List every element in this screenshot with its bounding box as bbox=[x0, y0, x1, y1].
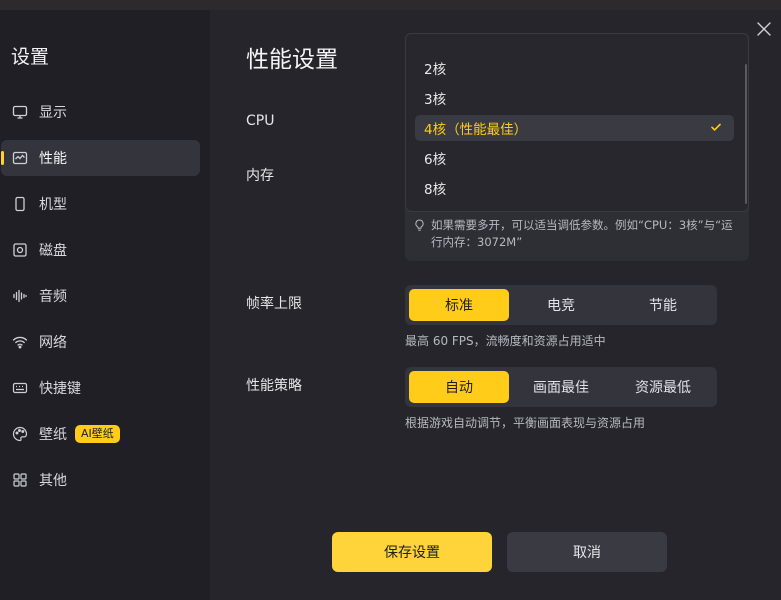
sidebar-item-label: 音频 bbox=[39, 289, 67, 305]
sidebar-item-label: 网络 bbox=[39, 335, 67, 351]
sidebar-item-network[interactable]: 网络 bbox=[1, 324, 200, 360]
sidebar-item-performance[interactable]: 性能 bbox=[1, 140, 200, 176]
strategy-option-best-quality[interactable]: 画面最佳 bbox=[511, 371, 611, 403]
sidebar-item-label: 其他 bbox=[39, 473, 67, 489]
cpu-option-2[interactable]: 2核 bbox=[415, 55, 734, 81]
page-title: 性能设置 bbox=[246, 47, 338, 73]
sidebar-item-device-model[interactable]: 机型 bbox=[1, 186, 200, 222]
framerate-option-esports[interactable]: 电竞 bbox=[511, 289, 611, 321]
grid-icon bbox=[12, 472, 28, 488]
wifi-icon bbox=[12, 334, 28, 350]
cpu-option-4[interactable]: 4核（性能最佳） bbox=[415, 115, 734, 141]
sidebar-item-display[interactable]: 显示 bbox=[1, 94, 200, 130]
close-button[interactable] bbox=[755, 20, 773, 38]
strategy-label: 性能策略 bbox=[246, 378, 302, 394]
keyboard-icon bbox=[12, 380, 28, 396]
strategy-segmented-control: 自动 画面最佳 资源最低 bbox=[405, 367, 717, 407]
audio-icon bbox=[12, 288, 28, 304]
active-indicator bbox=[1, 151, 4, 165]
save-button[interactable]: 保存设置 bbox=[332, 532, 492, 572]
sidebar-item-label: 性能 bbox=[39, 151, 67, 167]
sidebar-item-label: 壁纸 bbox=[39, 427, 67, 443]
cancel-button[interactable]: 取消 bbox=[507, 532, 667, 572]
lightbulb-icon bbox=[414, 217, 426, 251]
sidebar: 设置 显示 性能 机型 磁盘 音频 网络 快捷键 壁纸 AI壁纸 其他 bbox=[0, 10, 210, 600]
checkmark-icon bbox=[710, 121, 722, 137]
tip-text: 如果需要多开，可以适当调低参数。例如“CPU：3核”与“运行内存：3072M” bbox=[414, 217, 744, 251]
cpu-label: CPU bbox=[246, 113, 275, 129]
cpu-dropdown-menu: 2核 3核 4核（性能最佳） 6核 8核 bbox=[405, 33, 749, 212]
sidebar-item-wallpaper[interactable]: 壁纸 AI壁纸 bbox=[1, 416, 200, 452]
sidebar-item-label: 机型 bbox=[39, 197, 67, 213]
framerate-option-power-saving[interactable]: 节能 bbox=[613, 289, 713, 321]
phone-icon bbox=[12, 196, 28, 212]
close-icon bbox=[757, 22, 771, 36]
cpu-option-6[interactable]: 6核 bbox=[415, 145, 734, 171]
strategy-description: 根据游戏自动调节，平衡画面表现与资源占用 bbox=[405, 416, 646, 430]
sidebar-item-audio[interactable]: 音频 bbox=[1, 278, 200, 314]
dropdown-scrollbar[interactable] bbox=[745, 64, 747, 204]
framerate-description: 最高 60 FPS，流畅度和资源占用适中 bbox=[405, 334, 606, 348]
cpu-option-8[interactable]: 8核 bbox=[415, 175, 734, 201]
sidebar-item-label: 磁盘 bbox=[39, 243, 67, 259]
sidebar-item-disk[interactable]: 磁盘 bbox=[1, 232, 200, 268]
sidebar-item-label: 快捷键 bbox=[39, 381, 81, 397]
cpu-option-3[interactable]: 3核 bbox=[415, 85, 734, 111]
sidebar-item-other[interactable]: 其他 bbox=[1, 462, 200, 498]
sidebar-title: 设置 bbox=[11, 46, 50, 68]
monitor-icon bbox=[12, 104, 28, 120]
sidebar-item-shortcuts[interactable]: 快捷键 bbox=[1, 370, 200, 406]
performance-icon bbox=[12, 150, 28, 166]
strategy-option-lowest-resource[interactable]: 资源最低 bbox=[613, 371, 713, 403]
framerate-option-standard[interactable]: 标准 bbox=[409, 289, 509, 321]
sidebar-item-label: 显示 bbox=[39, 105, 67, 121]
tip-text-content: 如果需要多开，可以适当调低参数。例如“CPU：3核”与“运行内存：3072M” bbox=[431, 218, 733, 249]
strategy-option-auto[interactable]: 自动 bbox=[409, 371, 509, 403]
framerate-label: 帧率上限 bbox=[246, 296, 302, 312]
window-top-strip bbox=[0, 0, 781, 10]
cpu-option-label: 4核（性能最佳） bbox=[424, 122, 528, 138]
memory-label: 内存 bbox=[246, 168, 274, 184]
disk-icon bbox=[12, 242, 28, 258]
palette-icon bbox=[12, 426, 28, 442]
ai-wallpaper-badge: AI壁纸 bbox=[75, 425, 120, 443]
framerate-segmented-control: 标准 电竞 节能 bbox=[405, 285, 717, 325]
